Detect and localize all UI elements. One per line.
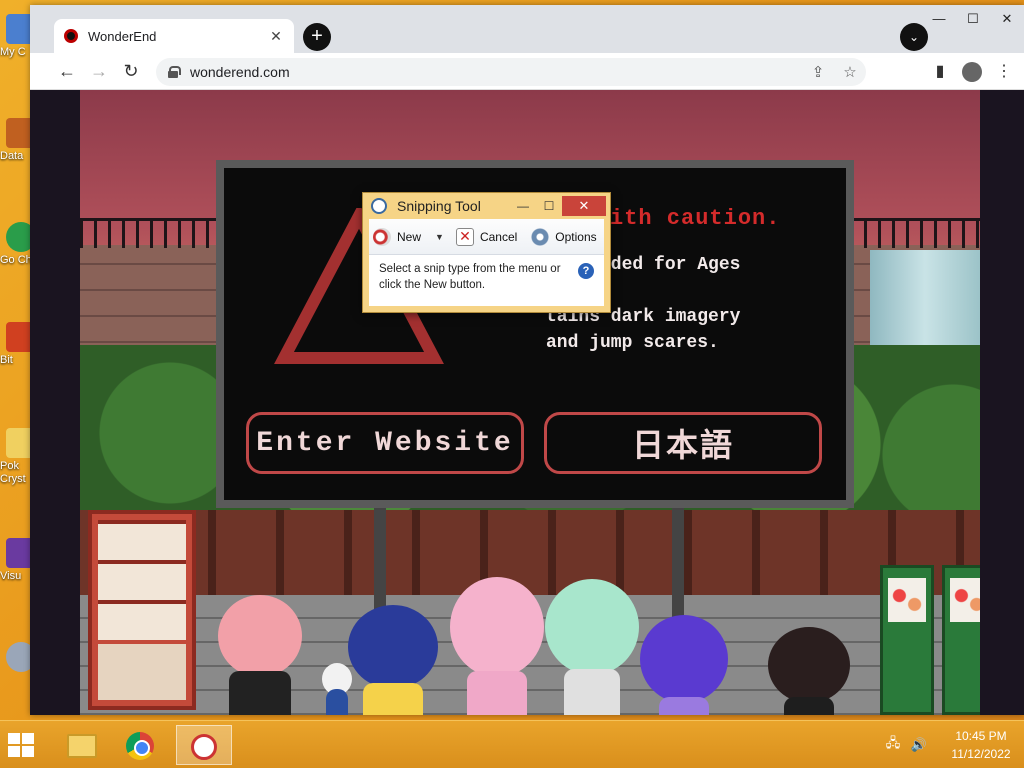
snipping-tool-icon — [371, 198, 387, 214]
volume-icon[interactable]: 🔊 — [910, 737, 928, 753]
taskbar-file-explorer[interactable] — [54, 725, 110, 765]
snipping-tool-titlebar[interactable]: Snipping Tool — ☐ ✕ — [363, 193, 610, 219]
tab-wonderend[interactable]: WonderEnd ✕ — [54, 19, 294, 53]
vending-shelves — [98, 520, 186, 640]
clock-time: 10:45 PM — [955, 729, 1007, 743]
cancel-icon: ✕ — [455, 227, 474, 246]
japanese-language-button[interactable]: 日本語 — [544, 412, 822, 474]
new-label: New — [397, 229, 422, 244]
game-scene: ith caution. commended for Ages 14+ tain… — [80, 90, 980, 715]
lock-icon[interactable] — [168, 66, 181, 78]
taskbar: 🖧 🔊 10:45 PM 11/12/2022 — [0, 720, 1024, 768]
bookmark-star-icon[interactable]: ☆ — [834, 63, 866, 81]
toolbar-right: ▮ ⋮ — [924, 59, 1020, 85]
snip-minimize-button[interactable]: — — [510, 199, 536, 213]
new-tab-button[interactable]: + — [303, 23, 331, 51]
character-pink-hair-boy — [215, 595, 305, 715]
tab-close-icon[interactable]: ✕ — [268, 28, 284, 45]
gacha-machine — [880, 565, 934, 715]
new-snip-icon — [373, 227, 391, 246]
profile-avatar[interactable] — [956, 59, 988, 85]
windows-logo-icon — [8, 733, 20, 744]
character-body — [784, 697, 834, 715]
character-mint-hair-girl — [540, 579, 644, 715]
side-panel-icon[interactable]: ▮ — [924, 59, 956, 85]
taskbar-snipping-tool[interactable] — [176, 725, 232, 765]
snip-instructions: Select a snip type from the menu or clic… — [369, 255, 604, 299]
snip-close-button[interactable]: ✕ — [562, 196, 606, 216]
character-body — [659, 697, 709, 715]
windows-logo-pane — [8, 746, 20, 757]
character-body — [229, 671, 291, 715]
window-controls: — ☐ ✕ — [922, 5, 1024, 35]
character-body — [467, 671, 527, 715]
character-head — [545, 579, 639, 675]
character-head — [640, 615, 728, 703]
tab-title: WonderEnd — [88, 28, 157, 44]
character-blue-hair-girl — [338, 605, 448, 715]
folder-icon — [67, 734, 97, 758]
vending-machine — [88, 510, 196, 710]
character-head — [218, 595, 302, 677]
url-text[interactable]: wonderend.com — [190, 64, 802, 80]
browser-toolbar: ← → ↻ wonderend.com ⇪ ☆ ▮ ⋮ — [30, 53, 1024, 90]
snip-maximize-button[interactable]: ☐ — [536, 199, 562, 213]
taskbar-chrome[interactable] — [112, 725, 168, 765]
character-body — [564, 669, 620, 715]
snipping-toolbar: New ▼ ✕ Cancel Options — [369, 219, 604, 255]
character-head — [348, 605, 438, 689]
vending-panel — [98, 644, 186, 700]
address-bar[interactable]: wonderend.com ⇪ ☆ — [156, 58, 866, 86]
back-button[interactable]: ← — [54, 59, 80, 85]
gacha-machine — [942, 565, 980, 715]
share-icon[interactable]: ⇪ — [802, 63, 834, 81]
start-button[interactable] — [8, 733, 38, 759]
cancel-snip-button[interactable]: ✕ Cancel — [452, 227, 521, 246]
chrome-menu-icon[interactable]: ⋮ — [988, 59, 1020, 85]
character-bunny-girl — [442, 577, 552, 715]
options-label: Options — [555, 229, 597, 244]
windows-logo-pane — [22, 746, 34, 757]
snipping-tool-window: Snipping Tool — ☐ ✕ New ▼ ✕ Cancel Optio… — [362, 192, 611, 313]
close-window-button[interactable]: ✕ — [990, 5, 1024, 35]
network-icon[interactable]: 🖧 — [884, 734, 902, 756]
clock-date: 11/12/2022 — [951, 747, 1011, 761]
cancel-label: Cancel — [479, 229, 518, 244]
windows-logo-pane — [22, 733, 34, 744]
character-body — [363, 683, 423, 715]
reload-button[interactable]: ↻ — [118, 59, 144, 85]
site-favicon-icon — [64, 29, 78, 43]
enter-website-button[interactable]: Enter Website — [246, 412, 524, 474]
options-gear-icon — [531, 227, 550, 246]
avatar-icon — [962, 61, 982, 82]
caution-text: ith caution. — [610, 206, 781, 231]
system-tray: 🖧 🔊 10:45 PM 11/12/2022 — [884, 727, 1014, 763]
snip-message-text: Select a snip type from the menu or clic… — [379, 263, 561, 291]
maximize-button[interactable]: ☐ — [956, 5, 990, 35]
character-head — [768, 627, 850, 703]
snip-mode-dropdown-icon[interactable]: ▼ — [435, 232, 444, 242]
help-icon[interactable]: ? — [578, 263, 594, 279]
options-button[interactable]: Options — [527, 227, 600, 246]
character-purple-cat-girl — [636, 615, 732, 715]
clock[interactable]: 10:45 PM 11/12/2022 — [948, 727, 1014, 763]
tab-strip: WonderEnd ✕ + ⌄ — ☐ ✕ — [30, 5, 1024, 53]
character-head — [450, 577, 544, 677]
snipping-tool-body: New ▼ ✕ Cancel Options Select a snip typ… — [369, 219, 604, 306]
snipping-tool-icon — [191, 734, 217, 760]
character-dark-hair-girl — [764, 627, 854, 715]
new-snip-button[interactable]: New — [369, 227, 425, 246]
browser-window: WonderEnd ✕ + ⌄ — ☐ ✕ ← → ↻ wonderend.co… — [30, 5, 1024, 715]
forward-button[interactable]: → — [86, 59, 112, 85]
web-page: ith caution. commended for Ages 14+ tain… — [30, 90, 1024, 715]
minimize-button[interactable]: — — [922, 5, 956, 35]
chrome-icon — [126, 732, 154, 760]
snipping-tool-title: Snipping Tool — [397, 198, 481, 214]
